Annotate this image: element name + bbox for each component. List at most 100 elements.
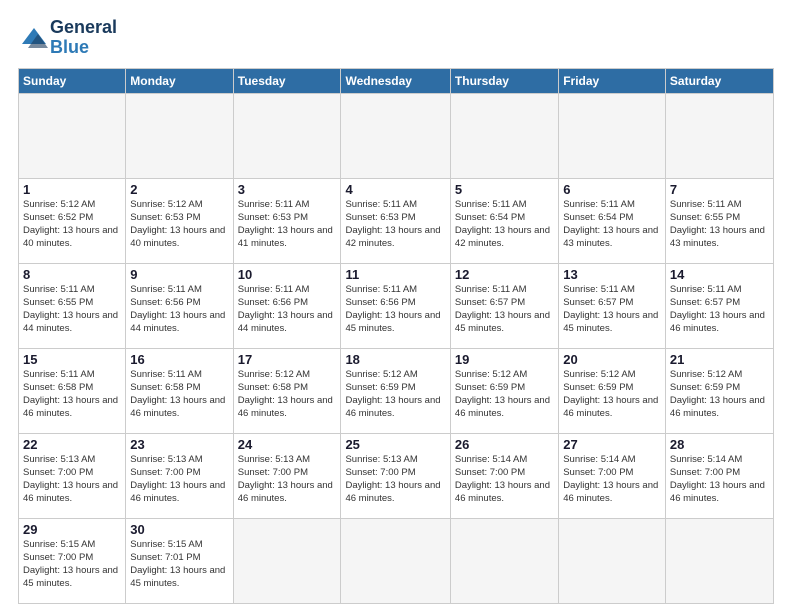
day-info: Sunrise: 5:12 AMSunset: 6:58 PMDaylight:… <box>238 368 337 421</box>
day-number: 8 <box>23 267 121 282</box>
day-number: 26 <box>455 437 554 452</box>
day-info: Sunrise: 5:11 AMSunset: 6:55 PMDaylight:… <box>670 198 769 251</box>
day-info: Sunrise: 5:11 AMSunset: 6:57 PMDaylight:… <box>563 283 661 336</box>
day-number: 9 <box>130 267 228 282</box>
calendar-cell <box>559 93 666 178</box>
day-info: Sunrise: 5:14 AMSunset: 7:00 PMDaylight:… <box>563 453 661 506</box>
calendar-cell: 15Sunrise: 5:11 AMSunset: 6:58 PMDayligh… <box>19 348 126 433</box>
calendar-cell <box>233 93 341 178</box>
day-info: Sunrise: 5:11 AMSunset: 6:56 PMDaylight:… <box>345 283 445 336</box>
day-info: Sunrise: 5:12 AMSunset: 6:59 PMDaylight:… <box>563 368 661 421</box>
calendar-cell: 2Sunrise: 5:12 AMSunset: 6:53 PMDaylight… <box>126 178 233 263</box>
col-thursday: Thursday <box>450 68 558 93</box>
day-info: Sunrise: 5:11 AMSunset: 6:58 PMDaylight:… <box>130 368 228 421</box>
calendar-cell: 17Sunrise: 5:12 AMSunset: 6:58 PMDayligh… <box>233 348 341 433</box>
day-info: Sunrise: 5:14 AMSunset: 7:00 PMDaylight:… <box>670 453 769 506</box>
calendar-cell <box>665 518 773 603</box>
day-info: Sunrise: 5:13 AMSunset: 7:00 PMDaylight:… <box>238 453 337 506</box>
logo-text: General Blue <box>50 18 117 58</box>
calendar-cell: 28Sunrise: 5:14 AMSunset: 7:00 PMDayligh… <box>665 433 773 518</box>
day-number: 2 <box>130 182 228 197</box>
calendar-cell: 6Sunrise: 5:11 AMSunset: 6:54 PMDaylight… <box>559 178 666 263</box>
calendar-cell: 4Sunrise: 5:11 AMSunset: 6:53 PMDaylight… <box>341 178 450 263</box>
day-number: 19 <box>455 352 554 367</box>
day-info: Sunrise: 5:15 AMSunset: 7:01 PMDaylight:… <box>130 538 228 591</box>
day-info: Sunrise: 5:11 AMSunset: 6:56 PMDaylight:… <box>238 283 337 336</box>
calendar-cell: 3Sunrise: 5:11 AMSunset: 6:53 PMDaylight… <box>233 178 341 263</box>
calendar-cell: 5Sunrise: 5:11 AMSunset: 6:54 PMDaylight… <box>450 178 558 263</box>
calendar-cell: 12Sunrise: 5:11 AMSunset: 6:57 PMDayligh… <box>450 263 558 348</box>
day-number: 5 <box>455 182 554 197</box>
day-number: 28 <box>670 437 769 452</box>
day-number: 23 <box>130 437 228 452</box>
day-number: 6 <box>563 182 661 197</box>
day-number: 1 <box>23 182 121 197</box>
calendar-cell: 13Sunrise: 5:11 AMSunset: 6:57 PMDayligh… <box>559 263 666 348</box>
calendar-cell: 26Sunrise: 5:14 AMSunset: 7:00 PMDayligh… <box>450 433 558 518</box>
day-info: Sunrise: 5:11 AMSunset: 6:53 PMDaylight:… <box>345 198 445 251</box>
col-monday: Monday <box>126 68 233 93</box>
col-tuesday: Tuesday <box>233 68 341 93</box>
calendar-cell <box>341 93 450 178</box>
calendar-cell <box>450 518 558 603</box>
calendar-cell: 8Sunrise: 5:11 AMSunset: 6:55 PMDaylight… <box>19 263 126 348</box>
calendar-week-row: 8Sunrise: 5:11 AMSunset: 6:55 PMDaylight… <box>19 263 774 348</box>
day-number: 16 <box>130 352 228 367</box>
day-number: 22 <box>23 437 121 452</box>
calendar-cell: 19Sunrise: 5:12 AMSunset: 6:59 PMDayligh… <box>450 348 558 433</box>
day-number: 10 <box>238 267 337 282</box>
calendar-cell: 14Sunrise: 5:11 AMSunset: 6:57 PMDayligh… <box>665 263 773 348</box>
day-info: Sunrise: 5:13 AMSunset: 7:00 PMDaylight:… <box>130 453 228 506</box>
day-number: 27 <box>563 437 661 452</box>
calendar-cell: 21Sunrise: 5:12 AMSunset: 6:59 PMDayligh… <box>665 348 773 433</box>
calendar-cell: 25Sunrise: 5:13 AMSunset: 7:00 PMDayligh… <box>341 433 450 518</box>
calendar-cell <box>19 93 126 178</box>
calendar-cell <box>341 518 450 603</box>
calendar-cell: 10Sunrise: 5:11 AMSunset: 6:56 PMDayligh… <box>233 263 341 348</box>
day-info: Sunrise: 5:11 AMSunset: 6:55 PMDaylight:… <box>23 283 121 336</box>
day-number: 4 <box>345 182 445 197</box>
calendar-week-row: 1Sunrise: 5:12 AMSunset: 6:52 PMDaylight… <box>19 178 774 263</box>
calendar-cell: 16Sunrise: 5:11 AMSunset: 6:58 PMDayligh… <box>126 348 233 433</box>
calendar-cell: 22Sunrise: 5:13 AMSunset: 7:00 PMDayligh… <box>19 433 126 518</box>
day-number: 11 <box>345 267 445 282</box>
day-info: Sunrise: 5:12 AMSunset: 6:53 PMDaylight:… <box>130 198 228 251</box>
day-info: Sunrise: 5:14 AMSunset: 7:00 PMDaylight:… <box>455 453 554 506</box>
day-number: 7 <box>670 182 769 197</box>
logo-icon <box>18 24 46 52</box>
day-info: Sunrise: 5:12 AMSunset: 6:59 PMDaylight:… <box>670 368 769 421</box>
calendar-cell: 9Sunrise: 5:11 AMSunset: 6:56 PMDaylight… <box>126 263 233 348</box>
day-number: 24 <box>238 437 337 452</box>
day-info: Sunrise: 5:15 AMSunset: 7:00 PMDaylight:… <box>23 538 121 591</box>
day-number: 30 <box>130 522 228 537</box>
day-number: 3 <box>238 182 337 197</box>
calendar-cell <box>559 518 666 603</box>
col-wednesday: Wednesday <box>341 68 450 93</box>
calendar-cell: 24Sunrise: 5:13 AMSunset: 7:00 PMDayligh… <box>233 433 341 518</box>
calendar-cell: 27Sunrise: 5:14 AMSunset: 7:00 PMDayligh… <box>559 433 666 518</box>
calendar-week-row <box>19 93 774 178</box>
day-info: Sunrise: 5:11 AMSunset: 6:57 PMDaylight:… <box>455 283 554 336</box>
col-friday: Friday <box>559 68 666 93</box>
col-sunday: Sunday <box>19 68 126 93</box>
day-info: Sunrise: 5:13 AMSunset: 7:00 PMDaylight:… <box>23 453 121 506</box>
day-number: 25 <box>345 437 445 452</box>
day-info: Sunrise: 5:11 AMSunset: 6:57 PMDaylight:… <box>670 283 769 336</box>
day-number: 17 <box>238 352 337 367</box>
calendar-week-row: 15Sunrise: 5:11 AMSunset: 6:58 PMDayligh… <box>19 348 774 433</box>
calendar-cell: 20Sunrise: 5:12 AMSunset: 6:59 PMDayligh… <box>559 348 666 433</box>
calendar-cell: 30Sunrise: 5:15 AMSunset: 7:01 PMDayligh… <box>126 518 233 603</box>
day-number: 14 <box>670 267 769 282</box>
day-number: 20 <box>563 352 661 367</box>
calendar-week-row: 29Sunrise: 5:15 AMSunset: 7:00 PMDayligh… <box>19 518 774 603</box>
calendar-cell: 7Sunrise: 5:11 AMSunset: 6:55 PMDaylight… <box>665 178 773 263</box>
day-number: 13 <box>563 267 661 282</box>
logo: General Blue <box>18 18 117 58</box>
day-info: Sunrise: 5:11 AMSunset: 6:53 PMDaylight:… <box>238 198 337 251</box>
col-saturday: Saturday <box>665 68 773 93</box>
day-number: 21 <box>670 352 769 367</box>
calendar-header-row: Sunday Monday Tuesday Wednesday Thursday… <box>19 68 774 93</box>
calendar-cell: 1Sunrise: 5:12 AMSunset: 6:52 PMDaylight… <box>19 178 126 263</box>
day-info: Sunrise: 5:11 AMSunset: 6:54 PMDaylight:… <box>455 198 554 251</box>
day-info: Sunrise: 5:12 AMSunset: 6:52 PMDaylight:… <box>23 198 121 251</box>
